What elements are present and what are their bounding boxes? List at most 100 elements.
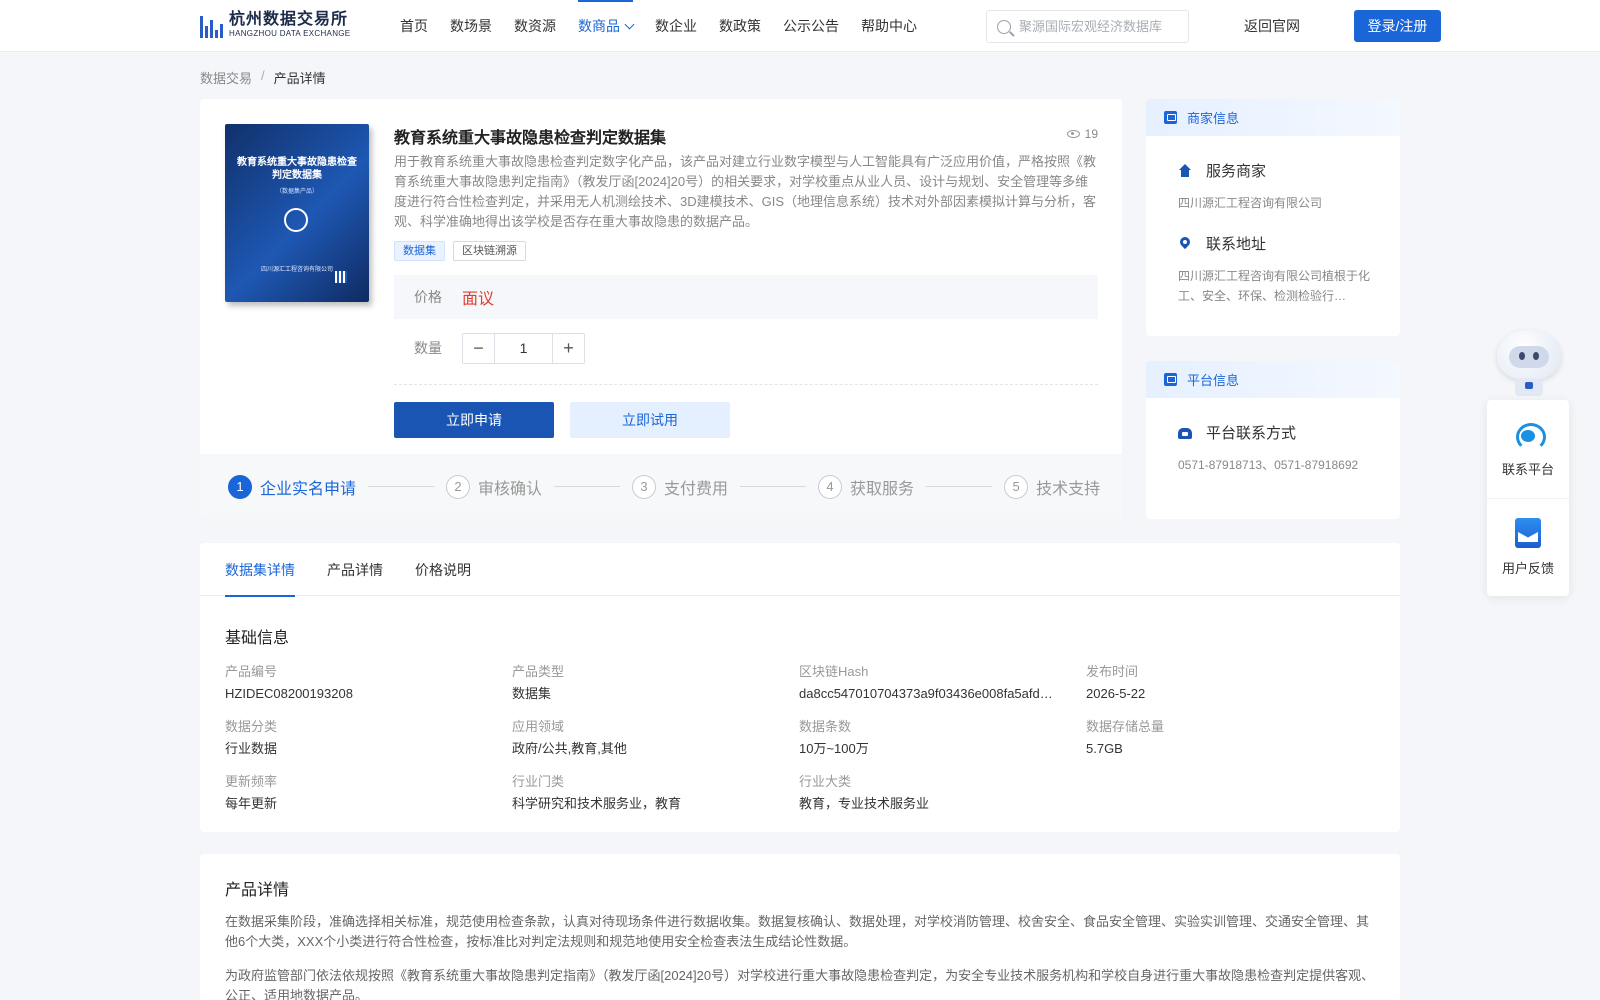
info-value: 政府/公共,教育,其他: [512, 741, 627, 756]
info-card-icon: [1164, 373, 1177, 386]
breadcrumb-separator: /: [261, 68, 265, 83]
platform-contact-section: 平台联系方式 0571-87918713、0571-87918692: [1146, 422, 1400, 475]
nav-policies[interactable]: 数政策: [719, 0, 761, 52]
divider: [394, 384, 1098, 385]
cover-subtitle: （数据集产品）: [275, 189, 318, 195]
cover-emblem-icon: [284, 208, 308, 232]
logo-subtitle: HANGZHOU DATA EXCHANGE: [229, 29, 351, 38]
info-cell: 数据条数 10万~100万: [799, 718, 1086, 759]
product-cover-image: 教育系统重大事故隐患检查判定数据集 （数据集产品） 四川源汇工程咨询有限公司: [225, 124, 369, 302]
info-cell: 发布时间 2026-5-22: [1086, 663, 1373, 704]
service-merchant-section: 服务商家 四川源汇工程咨询有限公司: [1146, 160, 1400, 213]
address-value: 四川源汇工程咨询有限公司植根于化工、安全、环保、检测检验行…: [1178, 269, 1371, 303]
search-box[interactable]: [986, 10, 1189, 43]
search-input[interactable]: [1019, 19, 1179, 34]
info-key: 发布时间: [1086, 664, 1139, 679]
product-description: 用于教育系统重大事故隐患检查判定数字化产品，该产品对建立行业数字模型与人工智能具…: [394, 154, 1097, 229]
step-connector: [740, 486, 807, 487]
service-merchant-title: 服务商家: [1206, 163, 1267, 180]
dataset-detail-card: 数据集详情 产品详情 价格说明 基础信息 产品编号 HZIDEC082001932…: [200, 543, 1400, 832]
tag-dataset: 数据集: [394, 241, 445, 261]
logo-mark-icon: [200, 12, 223, 38]
nav-scenes[interactable]: 数场景: [450, 0, 492, 52]
info-value: 2026-5-22: [1086, 686, 1146, 701]
info-cell: 产品编号 HZIDEC08200193208: [225, 663, 512, 704]
login-register-button[interactable]: 登录/注册: [1354, 10, 1441, 42]
price-label: 价格: [414, 289, 442, 305]
plus-button[interactable]: +: [553, 333, 584, 363]
nav-home[interactable]: 首页: [400, 0, 428, 52]
nav-enterprises[interactable]: 数企业: [655, 0, 697, 52]
chevron-down-icon: [624, 19, 635, 30]
quantity-row: 数量 − 1 +: [394, 332, 585, 364]
info-value: 科学研究和技术服务业，教育: [512, 796, 682, 811]
basic-info-grid: 产品编号 HZIDEC08200193208 产品类型 数据集 区块链Hash da8…: [225, 663, 1375, 814]
view-count: 19: [1066, 127, 1098, 141]
merchant-info-header: 商家信息: [1146, 99, 1400, 136]
nav-announcements[interactable]: 公示公告: [783, 0, 839, 52]
trial-now-button[interactable]: 立即试用: [570, 402, 730, 438]
robot-eye: [1533, 352, 1539, 360]
logo[interactable]: 杭州数据交易所 HANGZHOU DATA EXCHANGE: [200, 9, 350, 41]
platform-info-title: 平台信息: [1187, 373, 1240, 388]
step-4: 4 获取服务: [818, 474, 915, 499]
info-value: 行业数据: [225, 741, 278, 756]
view-count-value: 19: [1084, 127, 1098, 141]
contact-platform-button[interactable]: 联系平台: [1487, 400, 1569, 498]
qr-code-icon: [335, 271, 347, 283]
back-home-link[interactable]: 返回官网: [1244, 16, 1300, 36]
tab-product-details[interactable]: 产品详情: [327, 543, 383, 596]
service-merchant-value[interactable]: 四川源汇工程咨询有限公司: [1178, 193, 1374, 213]
user-feedback-button[interactable]: 用户反馈: [1487, 498, 1569, 596]
robot-body: [1515, 378, 1543, 396]
step-connector: [926, 486, 993, 487]
apply-now-button[interactable]: 立即申请: [394, 402, 554, 438]
product-detail-card: 产品详情 在数据采集阶段，准确选择相关标准，规范使用检查条款，认真对待现场条件进…: [200, 854, 1400, 1000]
nav-help[interactable]: 帮助中心: [861, 0, 917, 52]
address-section: 联系地址 四川源汇工程咨询有限公司植根于化工、安全、环保、检测检验行…: [1146, 233, 1400, 306]
process-steps: 1 企业实名申请 2 审核确认 3 支付费用 4 获取服务 5 技术支持: [200, 454, 1122, 519]
info-value: 5.7GB: [1086, 741, 1123, 756]
product-title: 教育系统重大事故隐患检查判定数据集: [394, 130, 667, 147]
detail-tabs: 数据集详情 产品详情 价格说明: [200, 543, 1400, 597]
tab-dataset-details[interactable]: 数据集详情: [225, 543, 295, 597]
step-connector: [554, 486, 621, 487]
price-row: 价格 面议: [394, 275, 1098, 319]
location-pin-icon: [1178, 237, 1192, 251]
user-feedback-label: 用户反馈: [1501, 561, 1554, 576]
logo-title: 杭州数据交易所: [229, 11, 349, 28]
nav-products[interactable]: 数商品: [578, 0, 635, 52]
step-3: 3 支付费用: [632, 474, 728, 499]
info-cell: 数据存储总量 5.7GB: [1086, 718, 1373, 759]
info-value: HZIDEC08200193208: [225, 686, 353, 701]
top-header: 杭州数据交易所 HANGZHOU DATA EXCHANGE 首页 数场景 数资…: [0, 0, 1600, 52]
info-key: 数据条数: [799, 719, 852, 734]
quantity-value[interactable]: 1: [494, 333, 553, 363]
floating-service-panel: 联系平台 用户反馈: [1487, 400, 1569, 596]
info-card-icon: [1164, 111, 1177, 124]
breadcrumb-current: 产品详情: [273, 71, 326, 86]
feedback-mail-icon: [1514, 518, 1542, 548]
step-label: 获取服务: [850, 480, 915, 498]
basic-info-title: 基础信息: [225, 630, 290, 647]
info-cell: 应用领域政府/公共,教育,其他: [512, 718, 799, 759]
info-value: 教育，专业技术服务业: [799, 796, 930, 811]
price-value: 面议: [462, 291, 495, 308]
step-number: 5: [1004, 474, 1029, 499]
minus-button[interactable]: −: [463, 333, 494, 363]
nav-resources[interactable]: 数资源: [514, 0, 556, 52]
info-key: 应用领域: [512, 719, 565, 734]
breadcrumb-parent[interactable]: 数据交易: [200, 68, 252, 87]
platform-info-header: 平台信息: [1146, 361, 1400, 398]
assistant-robot-icon[interactable]: [1489, 324, 1567, 400]
step-number: 2: [446, 474, 471, 499]
main-nav: 首页 数场景 数资源 数商品 数企业 数政策 公示公告 帮助中心: [400, 0, 939, 52]
step-label: 企业实名申请: [260, 480, 357, 498]
tab-price-description[interactable]: 价格说明: [415, 543, 471, 596]
search-icon[interactable]: [997, 19, 1011, 34]
info-key: 数据存储总量: [1086, 719, 1165, 734]
quantity-label: 数量: [414, 340, 442, 356]
info-key: 产品编号: [225, 664, 278, 679]
step-label: 审核确认: [478, 480, 543, 498]
info-key: 行业大类: [799, 774, 852, 789]
